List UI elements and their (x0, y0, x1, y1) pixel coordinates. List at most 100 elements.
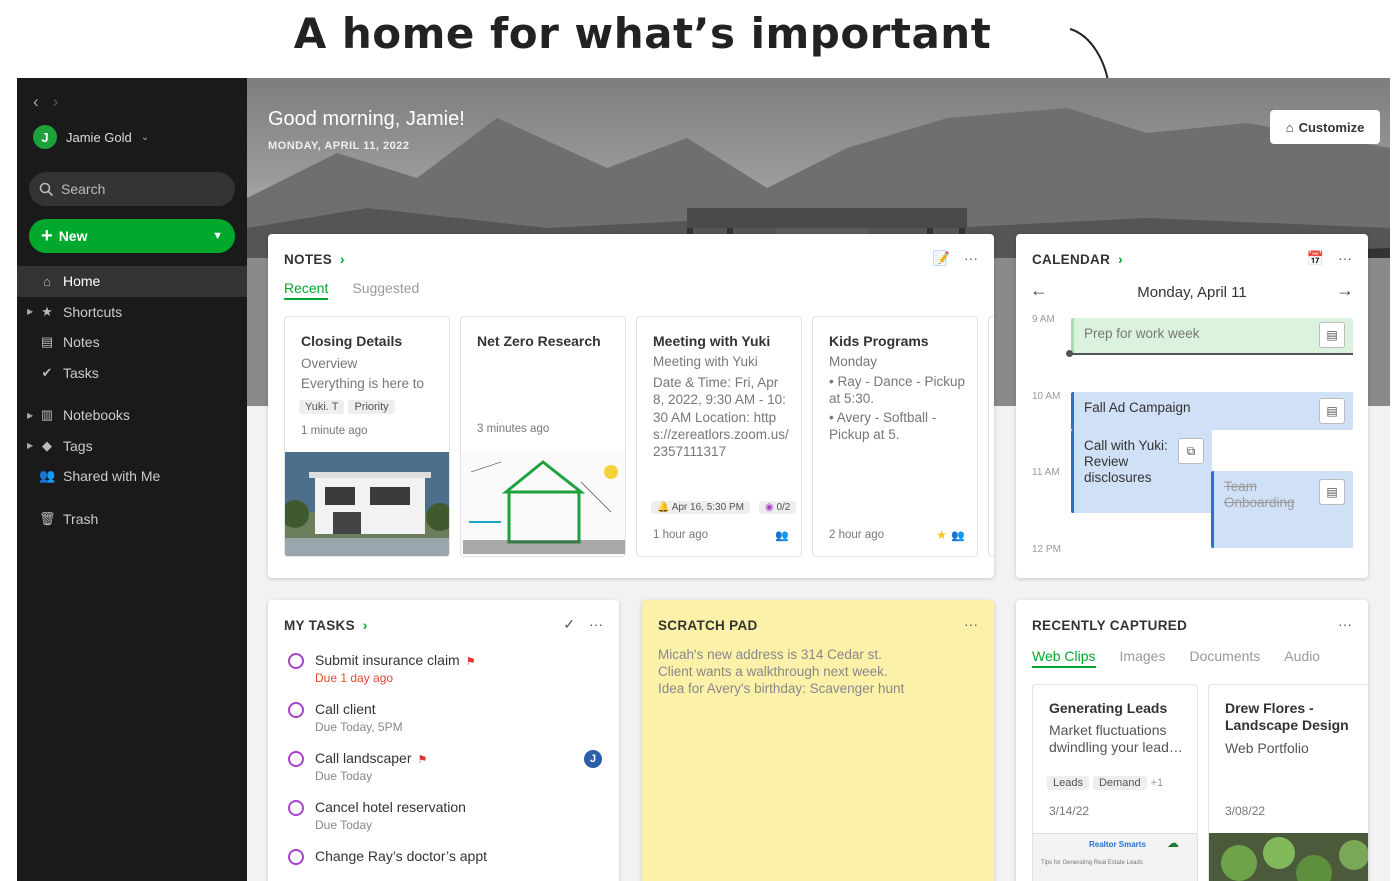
tag[interactable]: Priority (348, 400, 395, 414)
shared-icon: 👥 (775, 530, 789, 542)
task-checkbox[interactable] (288, 849, 304, 865)
task-item[interactable]: Submit insurance claim ⚑ Due 1 day ago (288, 652, 476, 685)
web-clip-card[interactable]: Generating Leads Market fluctuations dwi… (1032, 684, 1198, 881)
more-options-icon[interactable]: ··· (1338, 616, 1352, 632)
people-icon: 👥 (39, 468, 56, 484)
chevron-down-icon[interactable]: ▼ (212, 230, 223, 242)
note-card[interactable]: Meeting with Yuki Meeting with Yuki Date… (636, 316, 802, 557)
tab-suggested[interactable]: Suggested (352, 280, 419, 300)
task-due: Due Today (315, 769, 373, 783)
web-clip-thumbnail: Realtor Smarts ☁ Tips for Generating Rea… (1033, 833, 1197, 881)
tab-images[interactable]: Images (1120, 648, 1166, 668)
web-clip-card[interactable]: Drew Flores - Landscape Design Web Portf… (1208, 684, 1368, 881)
search-input[interactable]: Search (29, 172, 235, 206)
widget-title[interactable]: NOTES › (284, 252, 345, 267)
clip-snippet: Market fluctuations dwindling your lead… (1049, 722, 1183, 755)
back-arrow-icon[interactable]: ‹ (33, 92, 39, 111)
calendar-widget: CALENDAR › 📅 ··· ← Monday, April 11 → 9 AM… (1016, 234, 1368, 578)
calendar-event[interactable]: Team Onboarding ▤ (1211, 471, 1353, 548)
task-item[interactable]: Call client Due Today, 5PM (288, 701, 403, 734)
tag-list: Yuki. T Priority (299, 397, 399, 415)
sidebar-item-tags[interactable]: ▶ ◆ Tags (17, 431, 247, 462)
current-time-dot (1066, 350, 1073, 357)
note-card[interactable]: Closing Details Overview Everything is h… (284, 316, 450, 557)
sidebar-item-label: Notes (63, 334, 100, 351)
note-card[interactable]: Kids Programs Monday • Ray - Dance - Pic… (812, 316, 978, 557)
calendar-event[interactable]: Fall Ad Campaign ▤ (1071, 392, 1353, 430)
flag-icon: ⚑ (465, 656, 476, 668)
note-icon[interactable]: ▤ (1319, 398, 1345, 424)
assignee-avatar[interactable]: J (584, 750, 602, 768)
sidebar-item-home[interactable]: ⌂ Home (17, 266, 247, 297)
tab-recent[interactable]: Recent (284, 280, 329, 300)
task-item[interactable]: Change Ray’s doctor’s appt (288, 848, 487, 865)
note-snippet: Meeting with Yuki (653, 354, 758, 369)
sidebar-item-notebooks[interactable]: ▶ ▥ Notebooks (17, 400, 247, 431)
tab-documents[interactable]: Documents (1189, 648, 1260, 668)
reminder-badge[interactable]: 🔔 Apr 16, 5:30 PM (651, 501, 750, 514)
tab-web-clips[interactable]: Web Clips (1032, 648, 1096, 668)
calendar-add-icon[interactable]: 📅 (1307, 250, 1324, 267)
expand-triangle-icon[interactable]: ▶ (27, 441, 33, 450)
more-options-icon[interactable]: ··· (589, 616, 603, 633)
recently-captured-widget: RECENTLY CAPTURED ··· Web Clips Images D… (1016, 600, 1368, 881)
task-item[interactable]: Call landscaper ⚑ Due Today (288, 750, 427, 783)
note-icon[interactable]: ▤ (1319, 479, 1345, 505)
task-checkbox[interactable] (288, 751, 304, 767)
sidebar-item-shared[interactable]: 👥 Shared with Me (17, 461, 247, 492)
widget-title[interactable]: MY TASKS › (284, 618, 368, 633)
sidebar-item-label: Tags (63, 437, 93, 454)
clip-date: 3/08/22 (1225, 804, 1266, 818)
tag[interactable]: Leads (1047, 776, 1089, 790)
calendar-event[interactable]: Call with Yuki: Review disclosures ⧉ (1071, 430, 1212, 513)
forward-arrow-icon[interactable]: › (53, 92, 59, 111)
calendar-event[interactable]: Prep for work week ▤ (1071, 318, 1353, 354)
task-due: Due 1 day ago (315, 671, 394, 685)
task-checkbox[interactable] (288, 800, 304, 816)
next-day-arrow-icon[interactable]: → (1336, 280, 1354, 301)
scratch-pad-text[interactable]: Micah's new address is 314 Cedar st. Cli… (658, 646, 904, 697)
more-options-icon[interactable]: ··· (1338, 250, 1352, 267)
sidebar-item-notes[interactable]: ▤ Notes (17, 327, 247, 358)
task-name: Cancel hotel reservation (315, 799, 466, 815)
more-options-icon[interactable]: ··· (964, 616, 978, 632)
add-task-icon[interactable]: ✓ (563, 616, 575, 633)
expand-triangle-icon[interactable]: ▶ (27, 307, 33, 316)
tab-audio[interactable]: Audio (1284, 648, 1320, 668)
sidebar-item-label: Home (63, 273, 101, 290)
sidebar-item-label: Trash (63, 510, 99, 527)
note-card[interactable]: Net Zero Research 3 minutes ago (460, 316, 626, 557)
task-name: Submit insurance claim (315, 652, 460, 668)
widget-title[interactable]: CALENDAR › (1032, 252, 1123, 267)
new-button[interactable]: + New ▼ (29, 219, 235, 253)
task-item[interactable]: Cancel hotel reservation Due Today (288, 799, 466, 832)
house-photo (285, 452, 449, 556)
tag[interactable]: Demand (1092, 776, 1147, 790)
note-icon[interactable]: ▤ (1319, 322, 1345, 348)
task-count-badge[interactable]: ◉ 0/2 (758, 501, 797, 514)
widget-title-text: MY TASKS (284, 618, 355, 633)
sidebar-item-trash[interactable]: 🗑 Trash (17, 504, 247, 535)
new-note-icon[interactable]: 📝 (933, 250, 950, 267)
sidebar-item-shortcuts[interactable]: ▶ ★ Shortcuts (17, 297, 247, 328)
note-title: Kids Programs (829, 333, 929, 349)
tag[interactable]: Yuki. T (299, 400, 345, 414)
account-menu[interactable]: J Jamie Gold ⌄ (33, 125, 149, 149)
time-label: 12 PM (1032, 544, 1061, 555)
copy-icon[interactable]: ⧉ (1178, 438, 1204, 464)
scratch-pad-widget[interactable]: SCRATCH PAD ··· Micah's new address is 3… (642, 600, 994, 881)
task-name: Change Ray’s doctor’s appt (315, 848, 487, 864)
sidebar-nav: ⌂ Home ▶ ★ Shortcuts ▤ Notes ✔ Tasks ▶ ▥ Notebo… (17, 266, 247, 534)
customize-label: Customize (1298, 119, 1365, 135)
task-checkbox[interactable] (288, 702, 304, 718)
sidebar-item-tasks[interactable]: ✔ Tasks (17, 358, 247, 389)
more-options-icon[interactable]: ··· (964, 250, 978, 267)
customize-button[interactable]: ⌂ Customize (1270, 110, 1380, 144)
check-circle-icon: ◉ (764, 502, 774, 513)
expand-triangle-icon[interactable]: ▶ (27, 411, 33, 420)
task-checkbox[interactable] (288, 653, 304, 669)
note-badges: 🔔 Apr 16, 5:30 PM ◉ 0/2 (651, 501, 800, 514)
app-window: ‹ › J Jamie Gold ⌄ Search + New ▼ ⌂ Home ▶… (17, 78, 1390, 881)
chevron-down-icon: ⌄ (140, 131, 150, 143)
note-card-partial[interactable] (988, 316, 994, 557)
